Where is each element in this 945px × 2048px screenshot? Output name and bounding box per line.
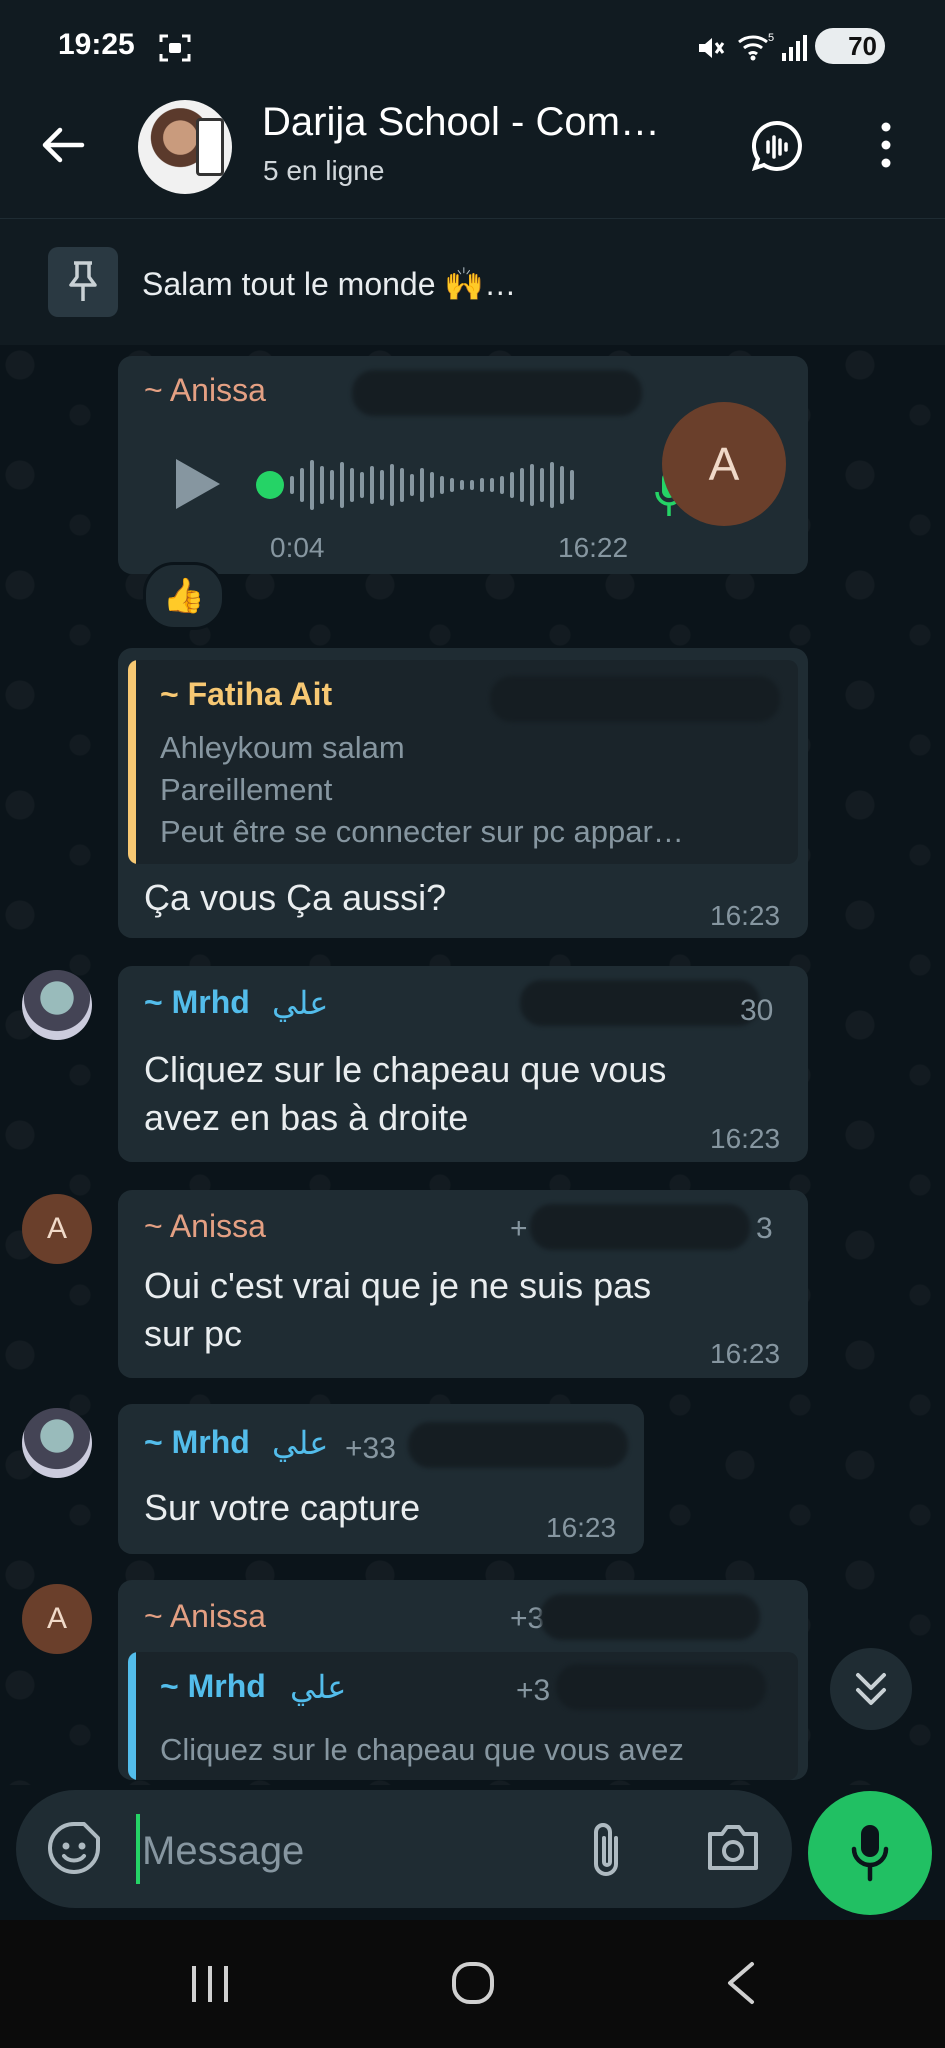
recents-icon[interactable] bbox=[188, 1962, 232, 2006]
wifi-icon: 5 bbox=[738, 32, 774, 61]
quote-sender-arabic: علي bbox=[290, 1669, 347, 1705]
message-time: 16:23 bbox=[546, 1512, 617, 1543]
quote-line: Ahleykoum salam bbox=[160, 730, 405, 765]
voice-duration: 0:04 bbox=[270, 532, 325, 563]
online-status: 5 en ligne bbox=[263, 155, 385, 186]
message-text: Ça vous Ça aussi? bbox=[144, 877, 447, 918]
message-sender[interactable]: ~ Mrhd bbox=[144, 1424, 250, 1461]
sender-avatar[interactable]: A bbox=[22, 1194, 92, 1264]
record-voice-button[interactable] bbox=[808, 1791, 932, 1915]
quote-line: Peut être se connecter sur pc appar… bbox=[160, 814, 684, 849]
message-text: Cliquez sur le chapeau que vous bbox=[144, 1049, 667, 1090]
battery-level: 70 bbox=[848, 31, 877, 61]
message-text: Oui c'est vrai que je ne suis pas bbox=[144, 1265, 652, 1306]
quote-accent-bar bbox=[128, 1652, 136, 1780]
scroll-to-bottom-button[interactable] bbox=[830, 1648, 912, 1730]
quote-sender: ~ Fatiha Ait bbox=[160, 676, 333, 712]
play-icon[interactable] bbox=[172, 455, 224, 513]
message-sender[interactable]: ~ Mrhd bbox=[144, 984, 250, 1021]
redacted-phone bbox=[408, 1422, 628, 1468]
redacted-phone bbox=[520, 980, 760, 1026]
mute-icon bbox=[699, 38, 725, 58]
battery-indicator: 70 bbox=[815, 28, 885, 64]
redacted-phone bbox=[540, 1594, 760, 1640]
message-text: avez en bas à droite bbox=[144, 1097, 469, 1138]
kebab-menu-icon[interactable] bbox=[876, 120, 896, 170]
paperclip-icon[interactable] bbox=[586, 1820, 626, 1880]
home-icon[interactable] bbox=[450, 1960, 496, 2006]
message-sender[interactable]: ~ Anissa bbox=[144, 1208, 266, 1245]
system-nav-bar bbox=[0, 1920, 945, 2048]
double-chevron-down-icon bbox=[856, 1673, 886, 1705]
status-bar: 19:25 5 70 bbox=[0, 0, 945, 90]
message-time: 16:22 bbox=[558, 532, 629, 563]
sender-avatar[interactable] bbox=[22, 970, 92, 1040]
microphone-icon bbox=[851, 1825, 889, 1882]
message-text: sur pc bbox=[144, 1313, 243, 1354]
pin-icon bbox=[69, 261, 97, 301]
voice-waveform[interactable] bbox=[250, 450, 630, 520]
signal-icon bbox=[782, 35, 807, 61]
arrow-left-icon[interactable] bbox=[38, 120, 88, 170]
message-sender[interactable]: ~ Anissa bbox=[144, 372, 266, 409]
chat-title[interactable]: Darija School - Com… bbox=[262, 100, 660, 145]
phone-fragment: +3 bbox=[516, 1674, 551, 1707]
quote-line: Pareillement bbox=[160, 772, 333, 807]
back-chevron-icon[interactable] bbox=[724, 1960, 758, 2006]
message-time: 16:23 bbox=[710, 1338, 781, 1369]
quote-line: Cliquez sur le chapeau que vous avez bbox=[160, 1732, 684, 1767]
phone-fragment: 3 bbox=[756, 1212, 773, 1245]
reaction-badge[interactable]: 👍 bbox=[143, 562, 225, 630]
sender-avatar[interactable]: A bbox=[22, 1584, 92, 1654]
sender-arabic-name: علي bbox=[272, 1425, 329, 1461]
redacted-phone bbox=[556, 1664, 766, 1710]
sender-avatar[interactable] bbox=[22, 1408, 92, 1478]
phone-fragment: +33 bbox=[345, 1432, 396, 1465]
message-input[interactable] bbox=[140, 1812, 564, 1890]
message-time: 16:23 bbox=[710, 1123, 781, 1154]
message-sender[interactable]: ~ Anissa bbox=[144, 1598, 266, 1635]
quote-sender: ~ Mrhd bbox=[160, 1668, 266, 1704]
phone-fragment: + bbox=[510, 1212, 528, 1245]
svg-text:5: 5 bbox=[768, 32, 774, 44]
pinned-message-bar[interactable]: Salam tout le monde 🙌… bbox=[0, 218, 945, 346]
screenshot-icon bbox=[159, 34, 191, 62]
message-text: Sur votre capture bbox=[144, 1487, 421, 1528]
phone-fragment: 30 bbox=[740, 994, 774, 1027]
status-time: 19:25 bbox=[58, 28, 135, 61]
message-time: 16:23 bbox=[710, 900, 781, 931]
pin-icon-container bbox=[48, 247, 118, 317]
pinned-text: Salam tout le monde 🙌… bbox=[142, 266, 517, 302]
sticker-icon[interactable] bbox=[46, 1820, 102, 1876]
group-avatar[interactable] bbox=[138, 100, 232, 194]
voice-chat-icon[interactable] bbox=[748, 118, 806, 176]
redacted-phone bbox=[352, 370, 642, 416]
camera-icon[interactable] bbox=[704, 1822, 762, 1874]
quote-accent-bar bbox=[128, 660, 136, 864]
sender-arabic-name: علي bbox=[272, 985, 329, 1021]
redacted-phone bbox=[530, 1204, 750, 1250]
redacted-phone bbox=[490, 676, 780, 722]
sender-avatar[interactable]: A bbox=[662, 402, 786, 526]
